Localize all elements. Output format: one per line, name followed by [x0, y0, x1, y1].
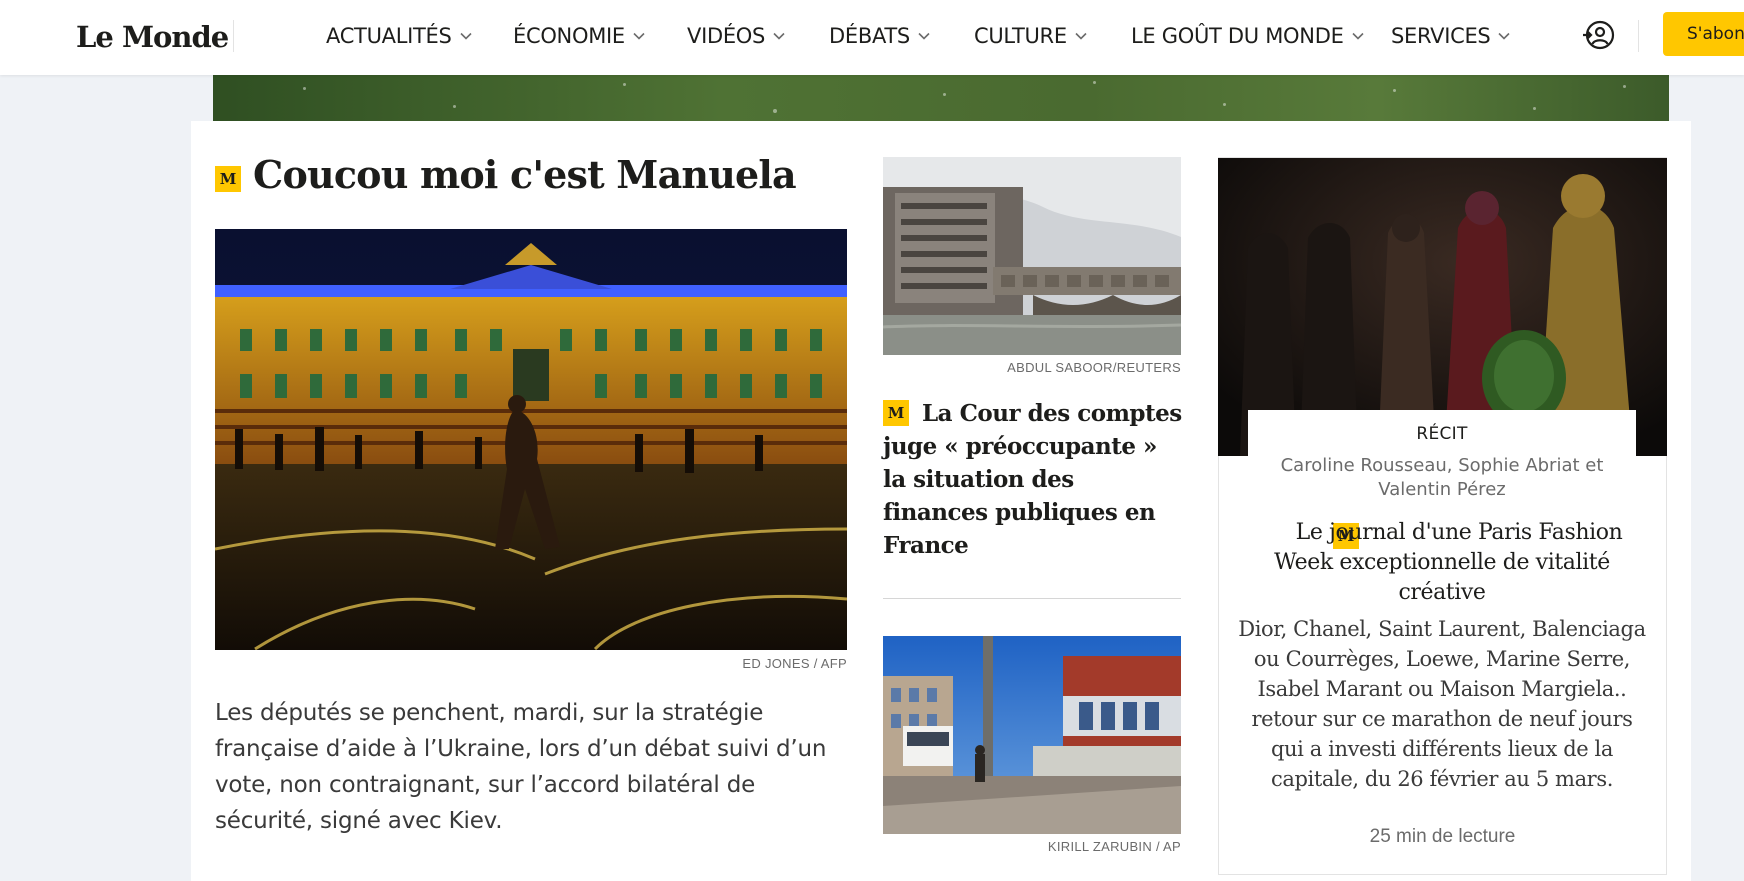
le-monde-logo[interactable]: Le Monde [76, 20, 229, 54]
nav-item-economie[interactable]: ÉCONOMIE [513, 20, 645, 52]
chevron-down-icon [1075, 32, 1087, 40]
photo-credit: ED JONES / AFP [742, 656, 847, 671]
nav-item-label: CULTURE [974, 24, 1067, 48]
nav-item-label: ÉCONOMIE [513, 24, 625, 48]
nav-item-label: DÉBATS [829, 24, 910, 48]
top-banner-image[interactable] [213, 75, 1669, 121]
article-authors: Caroline Rousseau, Sophie Abriat et Vale… [1280, 455, 1604, 500]
chevron-down-icon [1351, 32, 1364, 40]
nav-item-label: SERVICES [1391, 24, 1491, 48]
feature-article-title[interactable]: Le journal d'une Paris Fashion Week exce… [1238, 518, 1646, 608]
chevron-down-icon [1498, 32, 1511, 40]
nav-item-actualites[interactable]: ACTUALITÉS [326, 20, 472, 52]
article-kicker: RÉCIT [1416, 424, 1468, 444]
le-monde-m-badge: M [215, 166, 241, 192]
nav-item-le-gout-du-monde[interactable]: LE GOÛT DU MONDE [1131, 20, 1364, 52]
nav-item-label: ACTUALITÉS [326, 24, 452, 48]
divider [233, 20, 234, 52]
top-navigation-bar: Le Monde ACTUALITÉS ÉCONOMIE VIDÉOS DÉBA… [0, 0, 1744, 75]
nav-item-debats[interactable]: DÉBATS [829, 20, 930, 52]
street-article-photo[interactable] [883, 636, 1181, 834]
divider [883, 598, 1181, 599]
nav-item-label: VIDÉOS [687, 24, 766, 48]
finances-article-photo[interactable] [883, 157, 1181, 355]
chevron-down-icon [918, 32, 930, 40]
photo-credit: KIRILL ZARUBIN / AP [1047, 839, 1181, 854]
lead-story-summary: Les députés se penchent, mardi, sur la s… [215, 700, 827, 834]
nav-item-services[interactable]: SERVICES [1391, 20, 1511, 52]
subscribe-button[interactable]: S'abonner [1663, 12, 1744, 56]
account-icon[interactable] [1581, 17, 1617, 53]
nav-item-videos[interactable]: VIDÉOS [687, 20, 785, 52]
lead-story-title[interactable]: Coucou moi c'est Manuela [253, 152, 873, 197]
chevron-down-icon [773, 32, 785, 40]
chevron-down-icon [459, 32, 472, 40]
divider [1638, 20, 1639, 52]
chevron-down-icon [633, 32, 645, 40]
nav-item-culture[interactable]: CULTURE [974, 20, 1087, 52]
feature-article-description: Dior, Chanel, Saint Laurent, Balenciaga … [1238, 617, 1646, 791]
feature-title-text: Le journal d'une Paris Fashion Week exce… [1274, 520, 1623, 605]
lead-story-photo[interactable] [215, 229, 847, 650]
photo-credit: ABDUL SABOOR/REUTERS [1007, 360, 1181, 375]
finances-article-headline[interactable]: La Cour des comptes juge « préoccupante … [883, 397, 1183, 562]
reading-time: 25 min de lecture [1369, 826, 1516, 847]
nav-item-label: LE GOÛT DU MONDE [1131, 24, 1344, 48]
